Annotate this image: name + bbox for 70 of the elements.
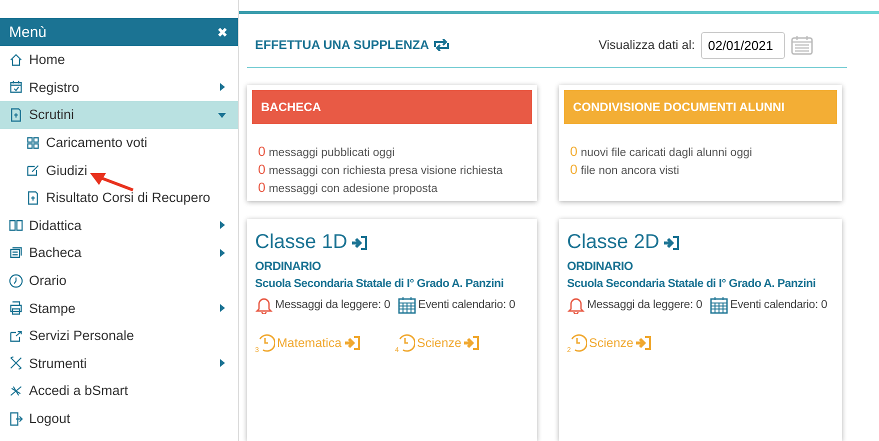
summary-line: 0 messaggi con adesione proposta <box>258 180 438 195</box>
events-count: Eventi calendario: 0 <box>418 299 516 311</box>
lesson-subject: Matematica <box>277 336 342 350</box>
bell-icon <box>255 296 273 314</box>
menu-item-icon <box>9 246 23 260</box>
class-title-link[interactable]: Classe 2D <box>567 231 660 254</box>
class-type: ORDINARIO <box>567 259 634 273</box>
enter-icon[interactable] <box>351 236 368 250</box>
menu-item[interactable]: Bacheca <box>0 239 238 267</box>
caret-icon[interactable] <box>218 359 226 368</box>
substitution-link[interactable]: EFFETTUA UNA SUPPLENZA <box>255 38 450 52</box>
summary-line: 0 file non ancora visti <box>570 162 680 177</box>
menu-item[interactable]: Strumenti <box>0 350 238 378</box>
messages-count: Messaggi da leggere: 0 <box>275 299 390 311</box>
caret-icon[interactable] <box>218 83 226 92</box>
menu-title: Menù <box>9 24 47 40</box>
calendar-icon <box>710 296 728 314</box>
menu-item[interactable]: Home <box>0 46 238 74</box>
menu-item-icon <box>9 80 23 94</box>
card-header: CONDIVISIONE DOCUMENTI ALUNNI <box>564 90 837 124</box>
date-field[interactable]: 02/01/2021 <box>701 32 785 59</box>
school-name: Scuola Secondaria Statale di I° Grado A. Panzini <box>255 278 505 290</box>
submenu-item[interactable]: Giudizi <box>0 156 238 184</box>
submenu-item-icon <box>26 163 40 178</box>
caret-icon[interactable] <box>218 110 226 119</box>
submenu-item[interactable]: Caricamento voti <box>0 128 238 156</box>
menu-item[interactable]: Orario <box>0 266 238 294</box>
enter-icon[interactable] <box>663 236 680 250</box>
lesson-subject: Scienze <box>589 336 634 350</box>
menu-item[interactable]: Registro <box>0 74 238 102</box>
school-name: Scuola Secondaria Statale di I° Grado A. Panzini <box>567 278 817 290</box>
card-header: BACHECA <box>252 90 532 124</box>
menu-item-icon <box>9 52 23 67</box>
calendar-icon <box>398 296 416 314</box>
menu-item[interactable]: Didattica <box>0 212 238 240</box>
menu-item-icon <box>9 108 23 122</box>
caret-icon[interactable] <box>218 304 226 312</box>
menu-item-icon <box>9 274 23 288</box>
pointer-arrow <box>88 170 134 192</box>
lesson-subject: Scienze <box>417 336 462 350</box>
messages-count: Messaggi da leggere: 0 <box>587 299 702 311</box>
summary-line: 0 nuovi file caricati dagli alunni oggi <box>570 144 754 159</box>
enter-icon <box>463 336 480 350</box>
class-title-link[interactable]: Classe 1D <box>255 231 348 254</box>
close-button[interactable]: ✖ <box>217 24 228 40</box>
swap-icon <box>433 39 450 52</box>
summary-line: 0 messaggi pubblicati oggi <box>258 144 396 159</box>
submenu-item-icon <box>26 136 40 150</box>
menu-item-icon <box>9 301 23 316</box>
menu-item[interactable]: Scrutini <box>0 101 238 129</box>
menu-item-icon <box>9 384 23 398</box>
menu-item-icon <box>9 412 23 426</box>
bell-icon <box>567 296 585 314</box>
enter-icon <box>344 336 360 350</box>
date-label: Visualizza dati al: <box>598 38 695 52</box>
menu-item-icon <box>9 218 23 232</box>
events-count: Eventi calendario: 0 <box>730 299 828 311</box>
menu-item-icon <box>9 328 23 343</box>
submenu-item-icon <box>26 190 40 205</box>
menu-item[interactable]: Stampe <box>0 294 238 322</box>
menu-item[interactable]: Logout <box>0 404 238 432</box>
menu-item[interactable]: Servizi Personale <box>0 322 238 350</box>
menu-item-icon <box>9 356 23 370</box>
enter-icon <box>635 336 652 350</box>
menu-item[interactable]: Accedi a bSmart <box>0 377 238 405</box>
caret-icon[interactable] <box>218 248 226 257</box>
caret-icon[interactable] <box>218 221 226 230</box>
class-type: ORDINARIO <box>255 259 322 273</box>
summary-line: 0 messaggi con richiesta presa visione richiesta <box>258 162 504 177</box>
submenu-item[interactable]: Risultato Corsi di Recupero <box>0 184 238 212</box>
